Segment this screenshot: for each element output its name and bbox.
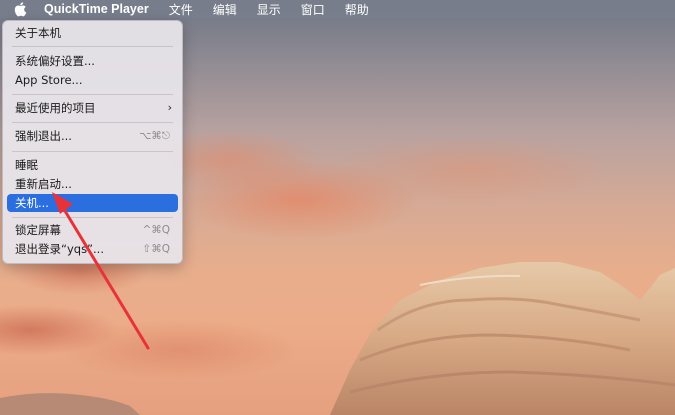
annotation-arrow-icon [52,192,150,350]
